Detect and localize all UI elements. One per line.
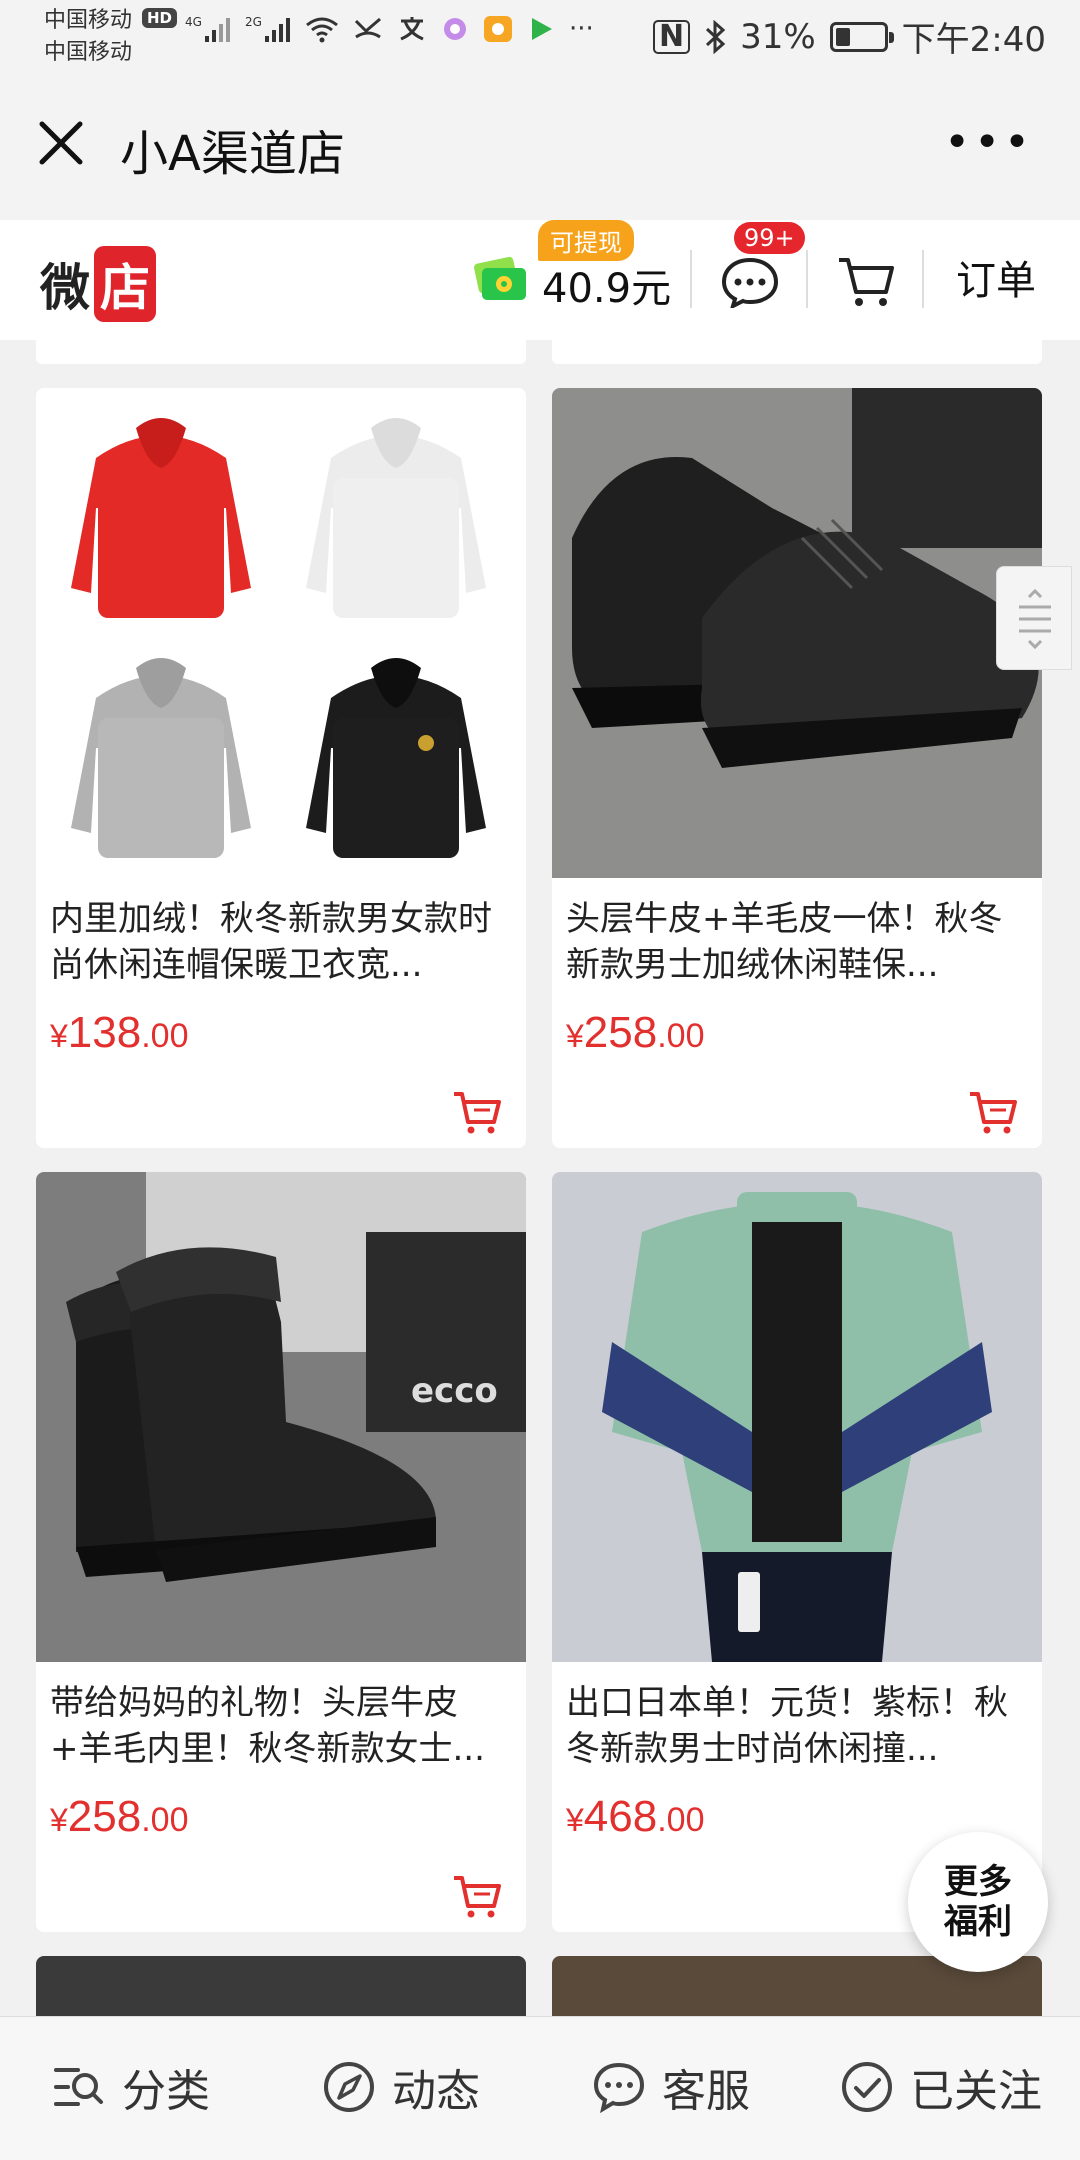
next-product-card[interactable] <box>36 1956 526 2016</box>
signal-4g-label: 4G <box>185 15 202 29</box>
wifi-icon <box>306 17 338 43</box>
product-name[interactable]: 带给妈妈的礼物！头层牛皮+羊毛内里！秋冬新款女士... <box>50 1680 510 1772</box>
battery-fill <box>835 27 851 46</box>
product-card[interactable]: 出口日本单！元货！紫标！秋冬新款男士时尚休闲撞... ¥468.00 <box>552 1172 1042 1932</box>
carrier-label-2: 中国移动 <box>44 40 133 65</box>
more-benefits-button[interactable]: 更多 福利 <box>908 1832 1048 1972</box>
product-card[interactable]: 头层牛皮+羊毛皮一体！秋冬新款男士加绒休闲鞋保... ¥258.00 <box>552 388 1042 1148</box>
more-benefits-line2: 福利 <box>944 1902 1012 1942</box>
hd-badge: HD <box>142 8 178 28</box>
weibo-notification-icon <box>484 16 512 42</box>
translate-icon <box>400 17 424 41</box>
currency-symbol: ¥ <box>566 1018 584 1054</box>
message-count-badge: 99+ <box>734 222 805 254</box>
check-circle-icon <box>842 2062 892 2112</box>
add-to-cart-icon[interactable] <box>452 1872 504 1920</box>
product-grid: 内里加绒！秋冬新款男女款时尚休闲连帽保暖卫衣宽... ¥138.00 头层牛皮+… <box>0 340 1080 2016</box>
leather-shoes-image <box>552 388 1042 878</box>
product-price: ¥138.00 <box>50 1008 188 1058</box>
product-card[interactable]: ecco 带给妈妈的礼物！头层牛皮+羊毛内里！秋冬新款女士... ¥258.00 <box>36 1172 526 1932</box>
nav-followed[interactable]: 已关注 <box>840 2055 1042 2119</box>
product-name[interactable]: 出口日本单！元货！紫标！秋冬新款男士时尚休闲撞... <box>566 1680 1026 1772</box>
nav-category[interactable]: 分类 <box>52 2055 210 2119</box>
price-decimal: .00 <box>141 1801 189 1839</box>
nav-label: 已关注 <box>910 2066 1042 2117</box>
withdraw-badge: 可提现 <box>538 220 634 261</box>
price-integer: 468 <box>583 1792 658 1841</box>
currency-symbol: ¥ <box>566 1802 584 1838</box>
previous-card-edge <box>552 340 1042 364</box>
bluetooth-icon <box>706 19 726 54</box>
hoodies-image <box>36 388 526 878</box>
product-image[interactable]: ecco <box>36 1172 526 1662</box>
close-icon[interactable] <box>36 118 86 168</box>
scroll-handle[interactable] <box>996 566 1072 670</box>
more-notifications-icon: ··· <box>569 14 594 44</box>
divider <box>922 250 924 308</box>
product-price: ¥258.00 <box>50 1792 188 1842</box>
product-image[interactable] <box>552 1172 1042 1662</box>
app-notification-icon <box>444 18 466 40</box>
missed-call-icon <box>354 17 381 39</box>
price-integer: 258 <box>67 1792 142 1841</box>
page-title: 小A渠道店 <box>120 126 345 182</box>
cart-icon[interactable] <box>836 252 898 310</box>
currency-symbol: ¥ <box>50 1018 68 1054</box>
nfc-icon: N <box>652 19 691 54</box>
currency-symbol: ¥ <box>50 1802 68 1838</box>
drag-lines-icon <box>1019 588 1051 650</box>
product-card[interactable]: 内里加绒！秋冬新款男女款时尚休闲连帽保暖卫衣宽... ¥138.00 <box>36 388 526 1148</box>
price-decimal: .00 <box>657 1017 705 1055</box>
carrier-label: 中国移动 <box>44 8 133 33</box>
nav-feed[interactable]: 动态 <box>322 2055 480 2119</box>
shop-header: 微 店 可提现 40.9元 99+ 订单 <box>0 220 1080 340</box>
price-decimal: .00 <box>657 1801 705 1839</box>
nav-service[interactable]: 客服 <box>592 2055 750 2119</box>
price-decimal: .00 <box>141 1017 189 1055</box>
product-name[interactable]: 头层牛皮+羊毛皮一体！秋冬新款男士加绒休闲鞋保... <box>566 896 1026 988</box>
product-image[interactable] <box>552 388 1042 878</box>
compass-icon <box>324 2062 374 2112</box>
product-price: ¥468.00 <box>566 1792 704 1842</box>
category-search-icon <box>54 2068 103 2106</box>
status-icons: 4G 2G ··· <box>185 14 594 44</box>
bottom-nav: 分类 动态 客服 已关注 <box>0 2016 1080 2160</box>
status-bar: 中国移动 HD 中国移动 4G 2G ··· N 31% 下午2:40 <box>0 0 1080 70</box>
signal-2g-label: 2G <box>245 15 262 29</box>
more-benefits-line1: 更多 <box>944 1862 1012 1902</box>
balance-amount[interactable]: 40.9元 <box>542 256 671 314</box>
status-right: N 31% 下午2:40 <box>652 12 1046 61</box>
logo-text-2: 店 <box>94 246 156 322</box>
wallet-icon[interactable] <box>470 256 532 306</box>
weidian-logo[interactable]: 微 店 <box>40 246 156 322</box>
price-integer: 258 <box>583 1008 658 1057</box>
more-menu-icon[interactable]: ••• <box>944 121 1034 165</box>
video-notification-icon <box>532 18 552 40</box>
nav-label: 客服 <box>662 2066 750 2117</box>
nav-label: 动态 <box>392 2066 480 2117</box>
product-name[interactable]: 内里加绒！秋冬新款男女款时尚休闲连帽保暖卫衣宽... <box>50 896 510 988</box>
battery-percent: 31% <box>740 16 816 57</box>
add-to-cart-icon[interactable] <box>452 1088 504 1136</box>
previous-card-edge <box>36 340 526 364</box>
nav-label: 分类 <box>122 2066 210 2117</box>
product-price: ¥258.00 <box>566 1008 704 1058</box>
orders-link[interactable]: 订单 <box>956 248 1036 306</box>
title-bar: 小A渠道店 ••• <box>0 70 1080 220</box>
signal-icon-2: 2G <box>245 15 290 42</box>
price-integer: 138 <box>67 1008 142 1057</box>
down-jacket-image <box>552 1172 1042 1662</box>
divider <box>806 250 808 308</box>
chat-icon <box>593 2062 645 2114</box>
product-image[interactable] <box>36 388 526 878</box>
logo-text-1: 微 <box>40 259 90 317</box>
divider <box>690 250 692 308</box>
add-to-cart-icon[interactable] <box>968 1088 1020 1136</box>
clock: 下午2:40 <box>901 20 1046 60</box>
signal-icon: 4G <box>185 15 230 42</box>
ecco-box-label: ecco <box>411 1371 498 1411</box>
battery-icon <box>829 21 894 52</box>
message-icon[interactable] <box>720 252 780 308</box>
fur-boots-image: ecco <box>36 1172 526 1662</box>
